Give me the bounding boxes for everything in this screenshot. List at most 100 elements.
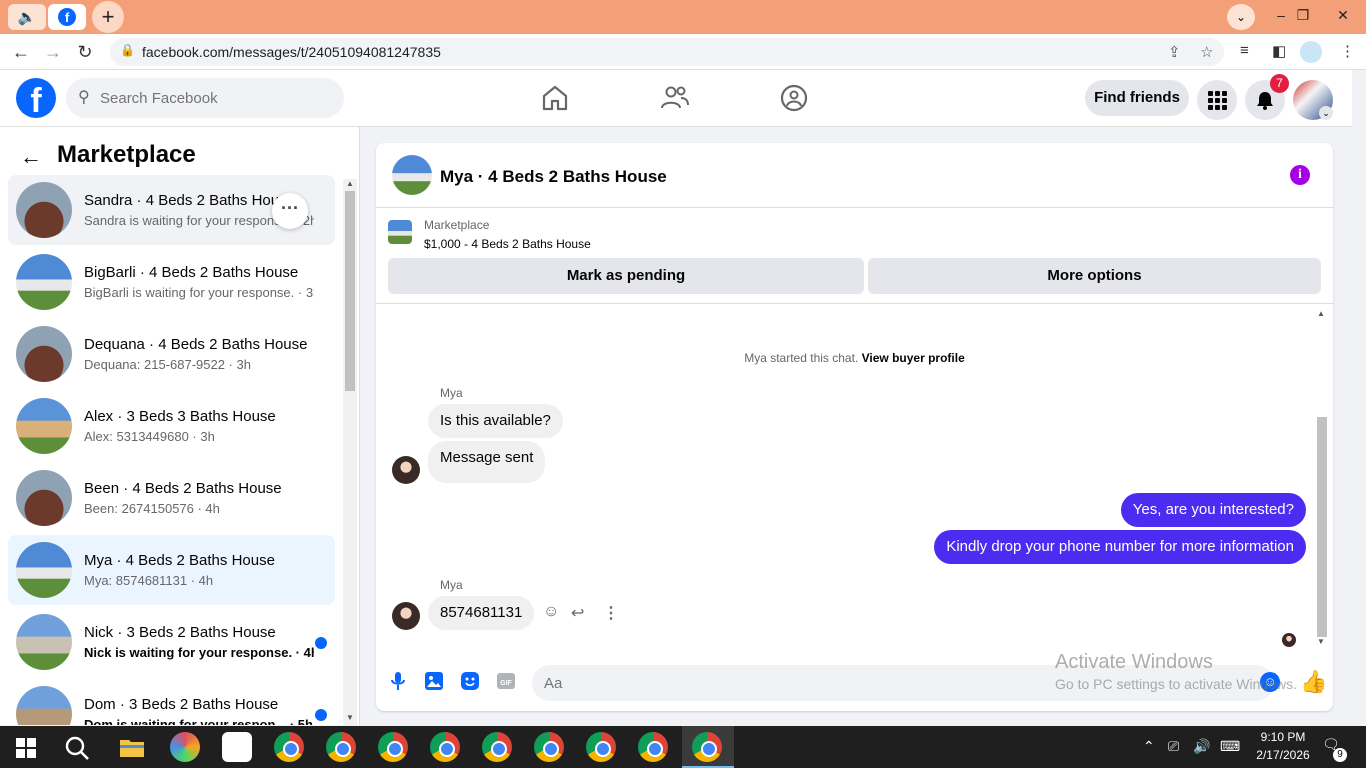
find-friends-button[interactable]: Find friends bbox=[1085, 80, 1189, 116]
incoming-message[interactable]: 8574681131 bbox=[428, 596, 535, 630]
volume-icon[interactable]: 🔊 bbox=[1193, 738, 1210, 755]
audio-tab[interactable]: 🔈 bbox=[8, 4, 46, 30]
microphone-icon[interactable] bbox=[388, 671, 408, 691]
chrome-icon[interactable] bbox=[274, 732, 304, 762]
conversation-item[interactable]: Sandra · 4 Beds 2 Baths House Sandra is … bbox=[8, 175, 335, 245]
file-explorer-icon[interactable] bbox=[119, 736, 145, 758]
speaker-icon: 🔈 bbox=[17, 9, 37, 26]
chrome-profile-icon[interactable] bbox=[326, 732, 356, 762]
back-arrow-icon[interactable]: ← bbox=[20, 144, 42, 170]
incoming-message[interactable]: Message sent bbox=[428, 441, 546, 483]
sender-name: Mya bbox=[440, 386, 463, 400]
chrome-profile-icon[interactable] bbox=[482, 732, 512, 762]
search-input[interactable] bbox=[100, 78, 330, 118]
chrome-profile-icon[interactable] bbox=[430, 732, 460, 762]
listing-thumbnail[interactable] bbox=[388, 220, 412, 244]
chat-start-notice: Mya started this chat. View buyer profil… bbox=[376, 351, 1333, 365]
facebook-tab[interactable]: f bbox=[48, 4, 86, 30]
share-icon[interactable]: ⇪ bbox=[1168, 43, 1181, 61]
notification-count-badge: 9 bbox=[1333, 748, 1347, 762]
marketplace-sidebar: ← Marketplace Sandra · 4 Beds 2 Baths Ho… bbox=[0, 127, 360, 725]
browser-tab-bar: 🔈 f + ⌄ – ❐ ✕ bbox=[0, 0, 1366, 34]
scrollbar-thumb[interactable] bbox=[1317, 417, 1327, 637]
search-icon[interactable] bbox=[64, 735, 90, 761]
conversation-preview: Dom is waiting for your respon... · 5h bbox=[84, 717, 313, 725]
language-icon[interactable]: ⌨ bbox=[1220, 738, 1240, 755]
new-tab-button[interactable]: + bbox=[92, 1, 124, 33]
chrome-profile-icon[interactable] bbox=[586, 732, 616, 762]
clock-date[interactable]: 2/17/2026 bbox=[1248, 748, 1318, 762]
chat-scrollbar[interactable]: ▲ ▼ bbox=[1314, 309, 1328, 649]
divider bbox=[376, 207, 1333, 208]
chrome-profile-icon[interactable] bbox=[534, 732, 564, 762]
more-options-button[interactable]: More options bbox=[868, 258, 1321, 294]
conversation-more-button[interactable]: ··· bbox=[272, 193, 308, 229]
scrollbar-thumb[interactable] bbox=[345, 191, 355, 391]
conversation-item[interactable]: Dom · 3 Beds 2 Baths House Dom is waitin… bbox=[8, 679, 335, 725]
react-emoji-icon[interactable]: ☺ bbox=[543, 603, 559, 621]
more-actions-icon[interactable]: ⋮ bbox=[603, 603, 619, 623]
sidebar-scrollbar[interactable]: ▲ ▼ bbox=[343, 179, 357, 725]
side-panel-icon[interactable]: ◧ bbox=[1272, 42, 1286, 60]
scroll-down-icon[interactable]: ▼ bbox=[345, 713, 355, 722]
chat-listing-avatar[interactable] bbox=[392, 155, 432, 195]
chrome-profile-icon[interactable] bbox=[378, 732, 408, 762]
paint-app-icon[interactable] bbox=[170, 732, 200, 762]
scroll-up-icon[interactable]: ▲ bbox=[1316, 309, 1326, 318]
sticker-icon[interactable] bbox=[460, 671, 480, 691]
outgoing-message[interactable]: Kindly drop your phone number for more i… bbox=[934, 530, 1306, 564]
chrome-profile-icon-active[interactable] bbox=[692, 732, 722, 762]
search-box[interactable]: ⚲ bbox=[66, 78, 344, 118]
media-controls-icon[interactable]: ≡ bbox=[1240, 42, 1249, 59]
close-window-button[interactable]: ✕ bbox=[1328, 2, 1358, 30]
sender-avatar[interactable] bbox=[392, 456, 420, 484]
image-icon[interactable] bbox=[424, 671, 444, 691]
windows-start-icon[interactable] bbox=[16, 738, 36, 758]
clock-time[interactable]: 9:10 PM bbox=[1248, 730, 1318, 744]
scroll-up-icon[interactable]: ▲ bbox=[345, 179, 355, 188]
groups-icon[interactable] bbox=[778, 82, 810, 114]
chevron-down-icon[interactable]: ⌄ bbox=[1319, 106, 1333, 120]
listing-thumbnail bbox=[16, 182, 72, 238]
browser-menu-icon[interactable]: ⋮ bbox=[1340, 42, 1355, 60]
browser-profile-avatar[interactable] bbox=[1300, 41, 1322, 63]
maximize-button[interactable]: ❐ bbox=[1288, 2, 1318, 30]
friends-icon[interactable] bbox=[659, 82, 691, 114]
bookmark-star-icon[interactable]: ☆ bbox=[1200, 43, 1213, 61]
conversation-item[interactable]: Been · 4 Beds 2 Baths House Been: 267415… bbox=[8, 463, 335, 533]
conversation-item-active[interactable]: Mya · 4 Beds 2 Baths House Mya: 85746811… bbox=[8, 535, 335, 605]
reply-icon[interactable]: ↩ bbox=[571, 603, 584, 623]
facebook-logo[interactable]: f bbox=[16, 78, 56, 120]
incoming-message[interactable]: Is this available? bbox=[428, 404, 563, 438]
network-icon[interactable]: ⎚ bbox=[1168, 738, 1179, 755]
conversation-item[interactable]: Nick · 3 Beds 2 Baths House Nick is wait… bbox=[8, 607, 335, 677]
menu-button[interactable] bbox=[1197, 80, 1237, 120]
chat-title[interactable]: Mya · 4 Beds 2 Baths House bbox=[440, 167, 667, 187]
listing-thumbnail bbox=[16, 326, 72, 382]
listing-label: Marketplace bbox=[424, 218, 490, 232]
gif-icon[interactable]: GIF bbox=[496, 671, 516, 691]
tab-search-button[interactable]: ⌄ bbox=[1227, 4, 1255, 30]
chrome-profile-icon[interactable] bbox=[638, 732, 668, 762]
home-icon[interactable] bbox=[539, 82, 571, 114]
listing-description[interactable]: $1,000 - 4 Beds 2 Baths House bbox=[424, 237, 591, 251]
conversation-item[interactable]: Alex · 3 Beds 3 Baths House Alex: 531344… bbox=[8, 391, 335, 461]
chevron-up-icon[interactable]: ⌃ bbox=[1143, 738, 1155, 755]
conversation-item[interactable]: BigBarli · 4 Beds 2 Baths House BigBarli… bbox=[8, 247, 335, 317]
view-buyer-profile-link[interactable]: View buyer profile bbox=[862, 351, 965, 365]
reload-button[interactable]: ↻ bbox=[72, 40, 98, 64]
thumbs-up-icon[interactable]: 👍 bbox=[1300, 669, 1327, 695]
facebook-favicon-icon: f bbox=[58, 8, 76, 26]
scroll-down-icon[interactable]: ▼ bbox=[1316, 637, 1326, 646]
outgoing-message[interactable]: Yes, are you interested? bbox=[1120, 493, 1306, 527]
address-bar[interactable]: 🔒 facebook.com/messages/t/24051094081247… bbox=[110, 38, 1224, 66]
mark-as-pending-button[interactable]: Mark as pending bbox=[388, 258, 864, 294]
url-text[interactable]: facebook.com/messages/t/2405109408124783… bbox=[142, 44, 441, 60]
conversation-item[interactable]: Dequana · 4 Beds 2 Baths House Dequana: … bbox=[8, 319, 335, 389]
back-button[interactable]: ← bbox=[8, 40, 34, 64]
facebook-header: f ⚲ Find friends 7 ⌄ bbox=[0, 70, 1352, 127]
sender-avatar[interactable] bbox=[392, 602, 420, 630]
info-icon[interactable]: i bbox=[1290, 165, 1310, 185]
forward-button[interactable]: → bbox=[40, 40, 66, 64]
capcut-app-icon[interactable] bbox=[222, 732, 252, 762]
